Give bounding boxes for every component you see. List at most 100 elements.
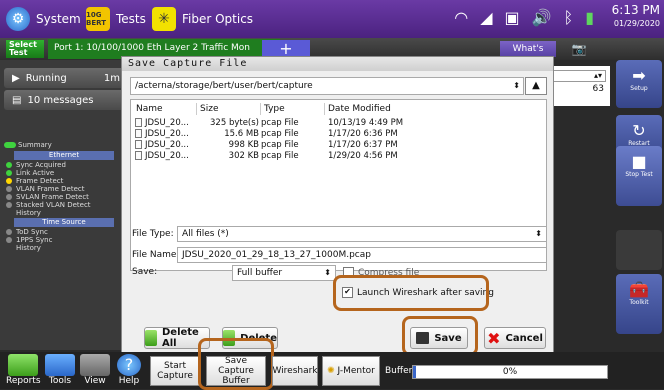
list-item[interactable]: SVLAN Frame Detect (2, 193, 126, 201)
select-test-button[interactable]: Select Test (6, 40, 44, 58)
tests-label: Tests (116, 12, 146, 26)
time-source-header[interactable]: Time Source (14, 218, 114, 227)
ethernet-header[interactable]: Ethernet (14, 151, 114, 160)
toolkit-button[interactable]: 🧰 Toolkit (616, 274, 662, 334)
list-item[interactable]: History (2, 209, 126, 217)
table-row[interactable]: JDSU_20... 325 byte(s) pcap File 10/13/1… (131, 118, 546, 129)
up-directory-button[interactable]: ▲ (525, 77, 547, 95)
tools-icon (45, 354, 75, 376)
background-results-panel: ▴▾ 63 (548, 66, 610, 106)
view-button[interactable]: View (80, 354, 110, 389)
summary-list: Summary Ethernet Sync Acquired Link Acti… (2, 140, 126, 252)
list-item[interactable]: Link Active (2, 169, 126, 177)
table-row[interactable]: JDSU_20... 998 KB pcap File 1/17/20 6:37… (131, 140, 546, 151)
jmentor-icon: ✺ (327, 366, 335, 376)
updown-arrows-icon: ⬍ (513, 81, 520, 90)
highlight-launch-wireshark (333, 275, 489, 311)
column-header-name[interactable]: Name (133, 103, 197, 115)
status-dot-icon (6, 229, 12, 235)
port-tab-label: Port 1: 10/100/1000 Eth Layer 2 Traffic … (54, 43, 250, 53)
whats-this-button[interactable]: What's This? (500, 41, 556, 70)
list-item-label: ToD Sync (16, 228, 48, 236)
file-type: pcap File (261, 140, 299, 150)
bluetooth-icon[interactable]: ᛒ (564, 8, 574, 27)
toolkit-label: Toolkit (629, 299, 649, 306)
column-header-size[interactable]: Size (197, 103, 261, 115)
file-name-value: JDSU_2020_01_29_18_13_27_1000M.pcap (182, 250, 371, 260)
messages-label: 10 messages (27, 94, 94, 106)
arrow-right-icon: ➡ (632, 66, 646, 85)
status-dot-icon (6, 194, 12, 200)
cancel-button[interactable]: ✖ Cancel (484, 327, 546, 349)
stop-icon: ■ (631, 152, 647, 171)
messages-button[interactable]: ▤ 10 messages (4, 90, 124, 110)
system-menu[interactable]: ⚙ System (6, 6, 81, 32)
summary-item[interactable]: Summary (2, 140, 126, 150)
top-bar: ⚙ System 10G BERT Tests ✳ Fiber Optics ◠… (0, 0, 664, 38)
tests-menu[interactable]: 10G BERT Tests (86, 6, 146, 32)
list-item[interactable]: Stacked VLAN Detect (2, 201, 126, 209)
help-button[interactable]: ? Help (114, 354, 144, 389)
save-mode-select[interactable]: Full buffer ⬍ (232, 265, 336, 281)
file-type: pcap File (261, 151, 299, 161)
file-type-select[interactable]: All files (*) ⬍ (177, 226, 547, 242)
running-label: Running (25, 72, 67, 84)
setup-button[interactable]: ➡ Setup (616, 60, 662, 108)
jmentor-button[interactable]: ✺ J-Mentor (322, 356, 380, 386)
file-list[interactable]: Name Size Type Date Modified JDSU_20... … (130, 99, 547, 271)
left-panel: ▶ Running 1m ▤ 10 messages Summary Ether… (0, 60, 128, 350)
setup-label: Setup (630, 85, 648, 92)
status-dot-icon (6, 186, 12, 192)
list-item-label: Frame Detect (16, 177, 64, 185)
file-name-label: File Name: (132, 250, 180, 260)
list-item[interactable]: History (2, 244, 126, 252)
wireshark-button[interactable]: Wireshark (272, 356, 318, 386)
status-dot-icon (6, 202, 12, 208)
file-size: 302 KB (228, 151, 259, 161)
path-select[interactable]: /acterna/storage/bert/user/bert/capture … (130, 77, 524, 95)
tools-label: Tools (48, 376, 72, 386)
stop-test-label: Stop Test (625, 171, 653, 178)
reports-button[interactable]: Reports (6, 354, 41, 389)
list-item[interactable]: Frame Detect (2, 177, 126, 185)
fiber-optics-menu[interactable]: ✳ Fiber Optics (152, 6, 253, 32)
start-capture-button[interactable]: Start Capture (150, 356, 200, 386)
jmentor-label: J-Mentor (337, 366, 375, 376)
cancel-x-icon: ✖ (487, 328, 501, 348)
list-item[interactable]: 1PPS Sync (2, 236, 126, 244)
save-capture-dialog: Save Capture File /acterna/storage/bert/… (121, 56, 554, 356)
signal-icon: ◢ (480, 8, 493, 27)
list-item[interactable]: VLAN Frame Detect (2, 185, 126, 193)
file-name-cell: JDSU_20... (135, 129, 189, 140)
updown-arrows-icon: ⬍ (535, 229, 542, 238)
stop-test-button[interactable]: ■ Stop Test (616, 146, 662, 206)
list-item-label: History (16, 244, 41, 252)
column-header-type[interactable]: Type (261, 103, 325, 115)
list-item-label: SVLAN Frame Detect (16, 193, 89, 201)
dialog-title: Save Capture File (122, 57, 553, 71)
table-row[interactable]: JDSU_20... 15.6 MB pcap File 1/17/20 6:3… (131, 129, 546, 140)
up-arrow-icon: ▲ (532, 80, 540, 91)
file-name-input[interactable]: JDSU_2020_01_29_18_13_27_1000M.pcap (177, 247, 547, 263)
file-size: 998 KB (228, 140, 259, 150)
clock-date: 01/29/2020 (613, 19, 660, 28)
bottom-bar: Reports Tools View ? Help Start Capture … (0, 338, 664, 390)
reports-icon (8, 354, 38, 376)
tools-button[interactable]: Tools (44, 354, 76, 389)
file-type-value: All files (*) (182, 229, 229, 239)
running-status[interactable]: ▶ Running 1m (4, 68, 124, 88)
speaker-icon[interactable]: 🔊 (532, 8, 552, 27)
buffer-fill (413, 366, 416, 378)
file-size: 325 byte(s) (210, 118, 259, 128)
column-header-date[interactable]: Date Modified (325, 103, 425, 115)
help-label: Help (118, 376, 140, 386)
path-value: /acterna/storage/bert/user/bert/capture (135, 81, 313, 91)
system-label: System (36, 12, 81, 26)
summary-label: Summary (18, 141, 52, 149)
empty-slot-1 (616, 230, 662, 270)
background-select[interactable]: ▴▾ (548, 70, 606, 82)
camera-icon[interactable]: 📷 (566, 41, 592, 57)
list-item[interactable]: Sync Acquired (2, 161, 126, 169)
list-item[interactable]: ToD Sync (2, 228, 126, 236)
table-row[interactable]: JDSU_20... 302 KB pcap File 1/29/20 4:56… (131, 151, 546, 162)
